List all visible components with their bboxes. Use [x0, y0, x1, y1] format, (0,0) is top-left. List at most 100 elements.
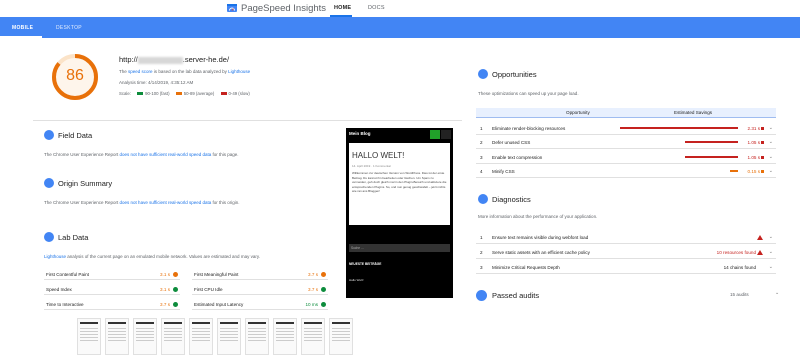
chevron-down-icon[interactable]: ⌄ — [775, 290, 797, 296]
filmstrip-frame — [161, 318, 185, 355]
field-data-text: The Chrome User Experience Report does n… — [44, 152, 239, 157]
pagespeed-logo-icon — [227, 4, 237, 12]
row-number: 2 — [480, 250, 483, 255]
metric-row: First Contentful Paint 3.1 s — [44, 269, 180, 280]
filmstrip-frame — [189, 318, 213, 355]
preview-brand: Mein Blog — [349, 131, 371, 136]
speed-score-link[interactable]: speed score — [128, 69, 153, 74]
field-data-icon — [44, 130, 54, 140]
passed-audits-count[interactable]: 15 audits — [730, 292, 749, 297]
diagnostic-name: Ensure text remains visible during webfo… — [492, 235, 589, 240]
diagnostic-name: Serve static assets with an efficient ca… — [492, 250, 590, 255]
divider — [33, 120, 462, 121]
chevron-down-icon[interactable]: ⌄ — [769, 154, 773, 160]
score-scale-legend: Scale: 90-100 (fast) 50-89 (average) 0-4… — [119, 91, 250, 96]
metric-row: Speed Index 3.1 s — [44, 284, 180, 295]
device-tab-indicator — [0, 36, 42, 38]
lab-data-icon — [44, 232, 54, 242]
opportunity-name: Minify CSS — [492, 169, 515, 174]
preview-recent-heading: NEUESTE BEITRÄGE — [349, 262, 382, 266]
metric-row: First Meaningful Paint 3.7 s — [192, 269, 328, 280]
diagnostic-row[interactable]: 1 Ensure text remains visible during webf… — [476, 230, 776, 244]
filmstrip-frame — [329, 318, 353, 355]
chevron-down-icon[interactable]: ⌄ — [769, 264, 773, 270]
scale-slow: 0-49 (slow) — [228, 91, 250, 96]
origin-summary-text-post: for this origin. — [212, 200, 240, 205]
chevron-down-icon[interactable]: ⌄ — [769, 249, 773, 255]
savings-bar — [620, 127, 738, 129]
col-savings: Estimated Savings — [674, 110, 713, 115]
preview-meta: 14. April 2019 · 1 Kommentar — [352, 164, 392, 168]
opportunities-table-header: Opportunity Estimated Savings — [476, 108, 776, 118]
savings-level-icon — [761, 127, 764, 130]
chevron-down-icon[interactable]: ⌄ — [769, 234, 773, 240]
chevron-down-icon[interactable]: ⌄ — [769, 125, 773, 131]
row-number: 1 — [480, 235, 483, 240]
savings-value: 1.05 s — [747, 155, 760, 160]
opportunity-row[interactable]: 4 Minify CSS 0.15 s ⌄ — [476, 164, 776, 178]
opportunity-name: Enable text compression — [492, 155, 543, 160]
opportunities-desc: These optimizations can speed up your pa… — [478, 91, 579, 96]
metric-value: 3.7 s — [308, 272, 318, 277]
average-status-icon — [173, 272, 178, 277]
passed-audits-title[interactable]: Passed audits — [492, 291, 539, 300]
filmstrip-frame — [105, 318, 129, 355]
opportunity-row[interactable]: 3 Enable text compression 1.05 s ⌄ — [476, 150, 776, 164]
col-opportunity: Opportunity — [566, 110, 590, 115]
preview-paragraph: Willkommen zur deutschen Version von Wor… — [352, 171, 447, 194]
diagnostic-row[interactable]: 3 Minimize Critical Requests Depth 14 chai… — [476, 260, 776, 274]
tab-mobile[interactable]: MOBILE — [12, 25, 33, 31]
diagnostic-row[interactable]: 2 Serve static assets with an efficient c… — [476, 245, 776, 259]
chevron-down-icon[interactable]: ⌄ — [769, 139, 773, 145]
pass-status-icon — [321, 302, 326, 307]
filmstrip-frame — [77, 318, 101, 355]
opportunities-icon — [478, 69, 488, 79]
analyzed-url: http:// .server-he.de/ — [119, 55, 229, 64]
brand-title: PageSpeed Insights — [241, 3, 327, 14]
score-info: The speed score is based on the lab data… — [119, 69, 250, 74]
warning-icon — [757, 235, 763, 240]
redacted-hostname — [137, 56, 183, 64]
pass-status-icon — [173, 302, 178, 307]
preview-header: Mein Blog — [346, 128, 453, 142]
opportunity-name: Defer unused CSS — [492, 140, 531, 145]
origin-summary-link[interactable]: does not have sufficient real-world spee… — [120, 200, 212, 205]
savings-level-icon — [761, 170, 764, 173]
diagnostics-icon — [478, 194, 488, 204]
lighthouse-link[interactable]: Lighthouse — [228, 69, 250, 74]
top-bar: PageSpeed Insights HOME DOCS — [0, 0, 800, 17]
origin-summary-icon — [44, 178, 54, 188]
diagnostic-value: 14 chains found — [723, 265, 756, 270]
nav-tab-docs[interactable]: DOCS — [368, 5, 385, 11]
tab-desktop[interactable]: DESKTOP — [56, 25, 82, 31]
diagnostics-title: Diagnostics — [492, 195, 531, 204]
origin-summary-title: Origin Summary — [58, 179, 113, 188]
filmstrip-frame — [273, 318, 297, 355]
nav-tab-home[interactable]: HOME — [334, 5, 351, 11]
opportunities-title: Opportunities — [492, 70, 537, 79]
origin-summary-text: The Chrome User Experience Report does n… — [44, 200, 240, 205]
pass-status-icon — [173, 287, 178, 292]
metric-row: Estimated Input Latency 10 ms — [192, 299, 328, 310]
row-number: 1 — [480, 126, 483, 131]
metric-name: First Meaningful Paint — [194, 272, 239, 277]
savings-bar — [685, 156, 738, 158]
filmstrip-frame — [245, 318, 269, 355]
metric-value: 10 ms — [305, 302, 318, 307]
preview-menu-icon — [441, 130, 451, 139]
average-status-icon — [321, 272, 326, 277]
opportunity-row[interactable]: 2 Defer unused CSS 1.05 s ⌄ — [476, 135, 776, 149]
opportunity-row[interactable]: 1 Eliminate render-blocking resources 2.31… — [476, 121, 776, 135]
preview-content: HALLO WELT! 14. April 2019 · 1 Kommentar… — [349, 143, 450, 225]
metric-name: Time to Interactive — [46, 302, 84, 307]
chevron-down-icon[interactable]: ⌄ — [769, 168, 773, 174]
lab-data-desc-text: analysis of the current page on an emula… — [67, 254, 260, 259]
origin-summary-text-pre: The Chrome User Experience Report — [44, 200, 119, 205]
field-data-link[interactable]: does not have sufficient real-world spee… — [120, 152, 212, 157]
lab-data-desc: Lighthouse analysis of the current page … — [44, 254, 260, 259]
preview-search-text: Suche ... — [351, 246, 364, 250]
score-info-mid: is based on the lab data analyzed by — [153, 69, 227, 74]
opportunity-name: Eliminate render-blocking resources — [492, 126, 566, 131]
lighthouse-link[interactable]: Lighthouse — [44, 254, 66, 259]
field-data-text-pre: The Chrome User Experience Report — [44, 152, 119, 157]
